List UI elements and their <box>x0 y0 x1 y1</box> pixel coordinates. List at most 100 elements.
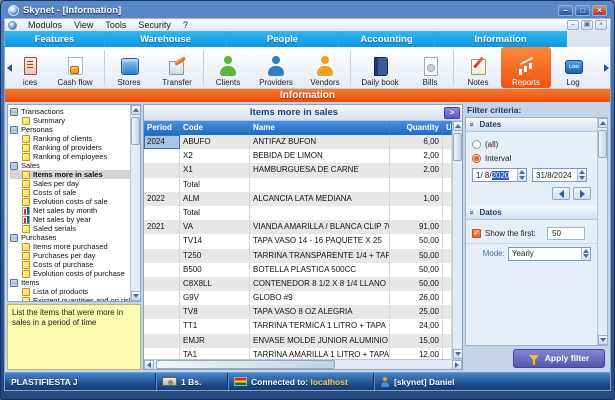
menu-item-modulos[interactable]: Modulos <box>22 20 68 30</box>
tree-item-ranking-of-clients[interactable]: Ranking of clients <box>10 134 130 143</box>
table-hscrollbar[interactable] <box>144 359 462 369</box>
date-from-input[interactable]: 1/ 8/2020 <box>472 168 527 182</box>
tree-item-transactions[interactable]: Transactions <box>10 107 130 116</box>
tree-item-purchases-per-day[interactable]: Purchases per day <box>10 251 130 260</box>
toolbar-button-bills[interactable]: Bills <box>408 47 452 88</box>
tree-item-personas[interactable]: Personas <box>10 125 130 134</box>
toolbar-scroll-right-icon[interactable] <box>602 47 610 88</box>
tree-item-net-sales-by-year[interactable]: Net sales by year <box>10 215 130 224</box>
toolbar-button-providers[interactable]: Providers <box>251 47 301 88</box>
toolbar-scroll-left-icon[interactable] <box>5 47 13 88</box>
tree-item-items-more-purchased[interactable]: Items more purchased <box>10 242 130 251</box>
table-row[interactable]: Total <box>144 205 452 221</box>
mdi-minimize-icon[interactable]: – <box>567 20 579 30</box>
table-row[interactable]: TT1 TARRINA TERMICA 1 LITRO + TAPA 24,00 <box>144 319 452 334</box>
maximize-icon[interactable]: □ <box>575 4 590 16</box>
close-icon[interactable]: × <box>592 4 607 16</box>
menu-item-tools[interactable]: Tools <box>99 20 132 30</box>
column-header-name[interactable]: Name <box>250 121 390 135</box>
scroll-up-icon[interactable] <box>453 121 462 131</box>
toolbar-button-stores[interactable]: Stores <box>106 47 152 88</box>
mdi-close-icon[interactable]: × <box>595 20 607 30</box>
table-row[interactable]: TV14 TAPA VASO 14 - 16 PAQUETE X 25 50,00 <box>144 234 452 249</box>
radio-all[interactable]: (all) <box>466 137 597 151</box>
minimize-icon[interactable]: – <box>558 4 573 16</box>
tree-item-evolution-costs-of-sale[interactable]: Evolution costs of sale <box>10 197 130 206</box>
table-row[interactable]: 2024 ABUFO ANTIFAZ BUFON 6,00 <box>144 135 452 150</box>
tree-item-costs-of-purchase[interactable]: Costs of purchase <box>10 260 130 269</box>
category-tab-warehouse[interactable]: Warehouse <box>105 31 227 47</box>
toolbar-button-daily-book[interactable]: Daily book <box>352 47 408 88</box>
tree-item-summary[interactable]: Summary <box>10 116 130 125</box>
filter-scrollbar[interactable] <box>597 118 607 345</box>
scroll-down-icon[interactable] <box>453 349 462 359</box>
column-header-period[interactable]: Period <box>144 121 180 135</box>
table-row[interactable]: TA1 TARRINA AMARILLA 1 LITRO + TAPA 12,00 <box>144 347 452 359</box>
mode-spinner[interactable] <box>581 247 590 260</box>
category-tab-people[interactable]: People <box>227 31 339 47</box>
category-tab-accounting[interactable]: Accounting <box>339 31 435 47</box>
tree-item-sales[interactable]: Sales <box>10 161 130 170</box>
table-row[interactable]: B500 BOTELLA PLASTICA 500CC 50,00 <box>144 262 452 277</box>
table-row[interactable]: X2 BEBIDA DE LIMON 2,00 <box>144 149 452 164</box>
column-header-u[interactable]: U <box>443 121 452 135</box>
datos-group-header[interactable]: » Datos <box>466 206 597 220</box>
radio-selected-icon[interactable] <box>472 153 481 163</box>
toolbar-button-reports[interactable]: Reports <box>501 47 551 88</box>
table-row[interactable]: T250 TARRINA TRANSPARENTE 1/4 + TAPA 50,00 <box>144 248 452 263</box>
table-row[interactable]: EMJR ENVASE MOLDE JUNIOR ALUMINIO 15,00 <box>144 333 452 348</box>
toolbar-button-ices[interactable]: ices <box>13 47 47 88</box>
date-to-input[interactable]: 31/8/2024 <box>532 168 587 182</box>
scroll-left-icon[interactable] <box>144 360 154 369</box>
table-row[interactable]: X1 HAMBURGUESA DE CARNE 2,00 <box>144 163 452 178</box>
menu-item-[interactable]: ? <box>177 20 194 30</box>
table-row[interactable]: 2021VAVIANDA AMARILLA / BLANCA CLIP 700C… <box>144 220 452 235</box>
menu-item-security[interactable]: Security <box>132 20 177 30</box>
apply-filter-button[interactable]: Apply filter <box>513 348 605 368</box>
scroll-up-icon[interactable] <box>131 105 140 115</box>
tree-item-ranking-of-employees[interactable]: Ranking of employees <box>10 152 130 161</box>
toolbar-button-transfer[interactable]: Transfer <box>152 47 202 88</box>
date-spinner[interactable] <box>577 169 586 181</box>
radio-icon[interactable] <box>472 139 481 149</box>
prev-period-button[interactable] <box>552 187 570 200</box>
column-header-code[interactable]: Code <box>180 121 250 135</box>
radio-interval[interactable]: Interval <box>466 151 597 165</box>
mdi-restore-icon[interactable]: ▣ <box>581 20 593 30</box>
tree-item-ranking-of-providers[interactable]: Ranking of providers <box>10 143 130 152</box>
toolbar-button-notes[interactable]: Notes <box>455 47 501 88</box>
category-tab-information[interactable]: Information <box>435 31 567 47</box>
next-period-button[interactable] <box>573 187 591 200</box>
menu-item-view[interactable]: View <box>68 20 99 30</box>
show-first-input[interactable]: 50 <box>547 226 585 240</box>
table-row[interactable]: Total <box>144 177 452 192</box>
table-row[interactable]: C8X8LL CONTENEDOR 8 1/2 X 8 1/4 LLANO 50,0… <box>144 276 452 292</box>
tree-scrollbar[interactable] <box>130 105 140 301</box>
tree-item-evolution-costs-of-purchase[interactable]: Evolution costs of purchase <box>10 269 130 278</box>
toolbar-button-log[interactable]: Log <box>551 47 595 88</box>
column-header-quantity[interactable]: Quantity <box>390 121 443 135</box>
toolbar-button-vendors[interactable]: Vendors <box>301 47 349 88</box>
checkbox-checked-icon[interactable]: ✓ <box>472 228 481 238</box>
scroll-up-icon[interactable] <box>598 118 607 128</box>
tree-item-sales-per-day[interactable]: Sales per day <box>10 179 130 188</box>
tree-item-items-more-in-sales[interactable]: Items more in sales <box>10 170 130 179</box>
table-row[interactable]: 2022 ALM ALCANCIA LATA MEDIANA 1,00 <box>144 191 452 206</box>
dates-group-header[interactable]: » Dates <box>466 118 597 132</box>
date-spinner[interactable] <box>517 169 526 181</box>
toolbar-button-clients[interactable]: Clients <box>205 47 251 88</box>
table-row[interactable]: G9V GLOBO #9 26,00 <box>144 291 452 306</box>
mode-select[interactable]: Yearly <box>507 246 591 261</box>
category-tab-features[interactable]: Features <box>5 31 105 47</box>
tree-item-costs-of-sale[interactable]: Costs of sale <box>10 188 130 197</box>
table-vscrollbar[interactable] <box>452 121 462 359</box>
scroll-down-icon[interactable] <box>131 291 140 301</box>
table-row[interactable]: TV8 TAPA VASO 8 OZ ALEGRIA 25,00 <box>144 305 452 320</box>
next-page-button[interactable]: > <box>444 106 460 119</box>
scroll-right-icon[interactable] <box>452 360 462 369</box>
tree-item-items[interactable]: Items <box>10 278 130 287</box>
tree-item-net-sales-by-month[interactable]: Net sales by month <box>10 206 130 215</box>
toolbar-button-cash-flow[interactable]: Cash flow <box>47 47 103 88</box>
tree-item-lista-of-products[interactable]: Lista of products <box>10 287 130 296</box>
tree-item-purchases[interactable]: Purchases <box>10 233 130 242</box>
